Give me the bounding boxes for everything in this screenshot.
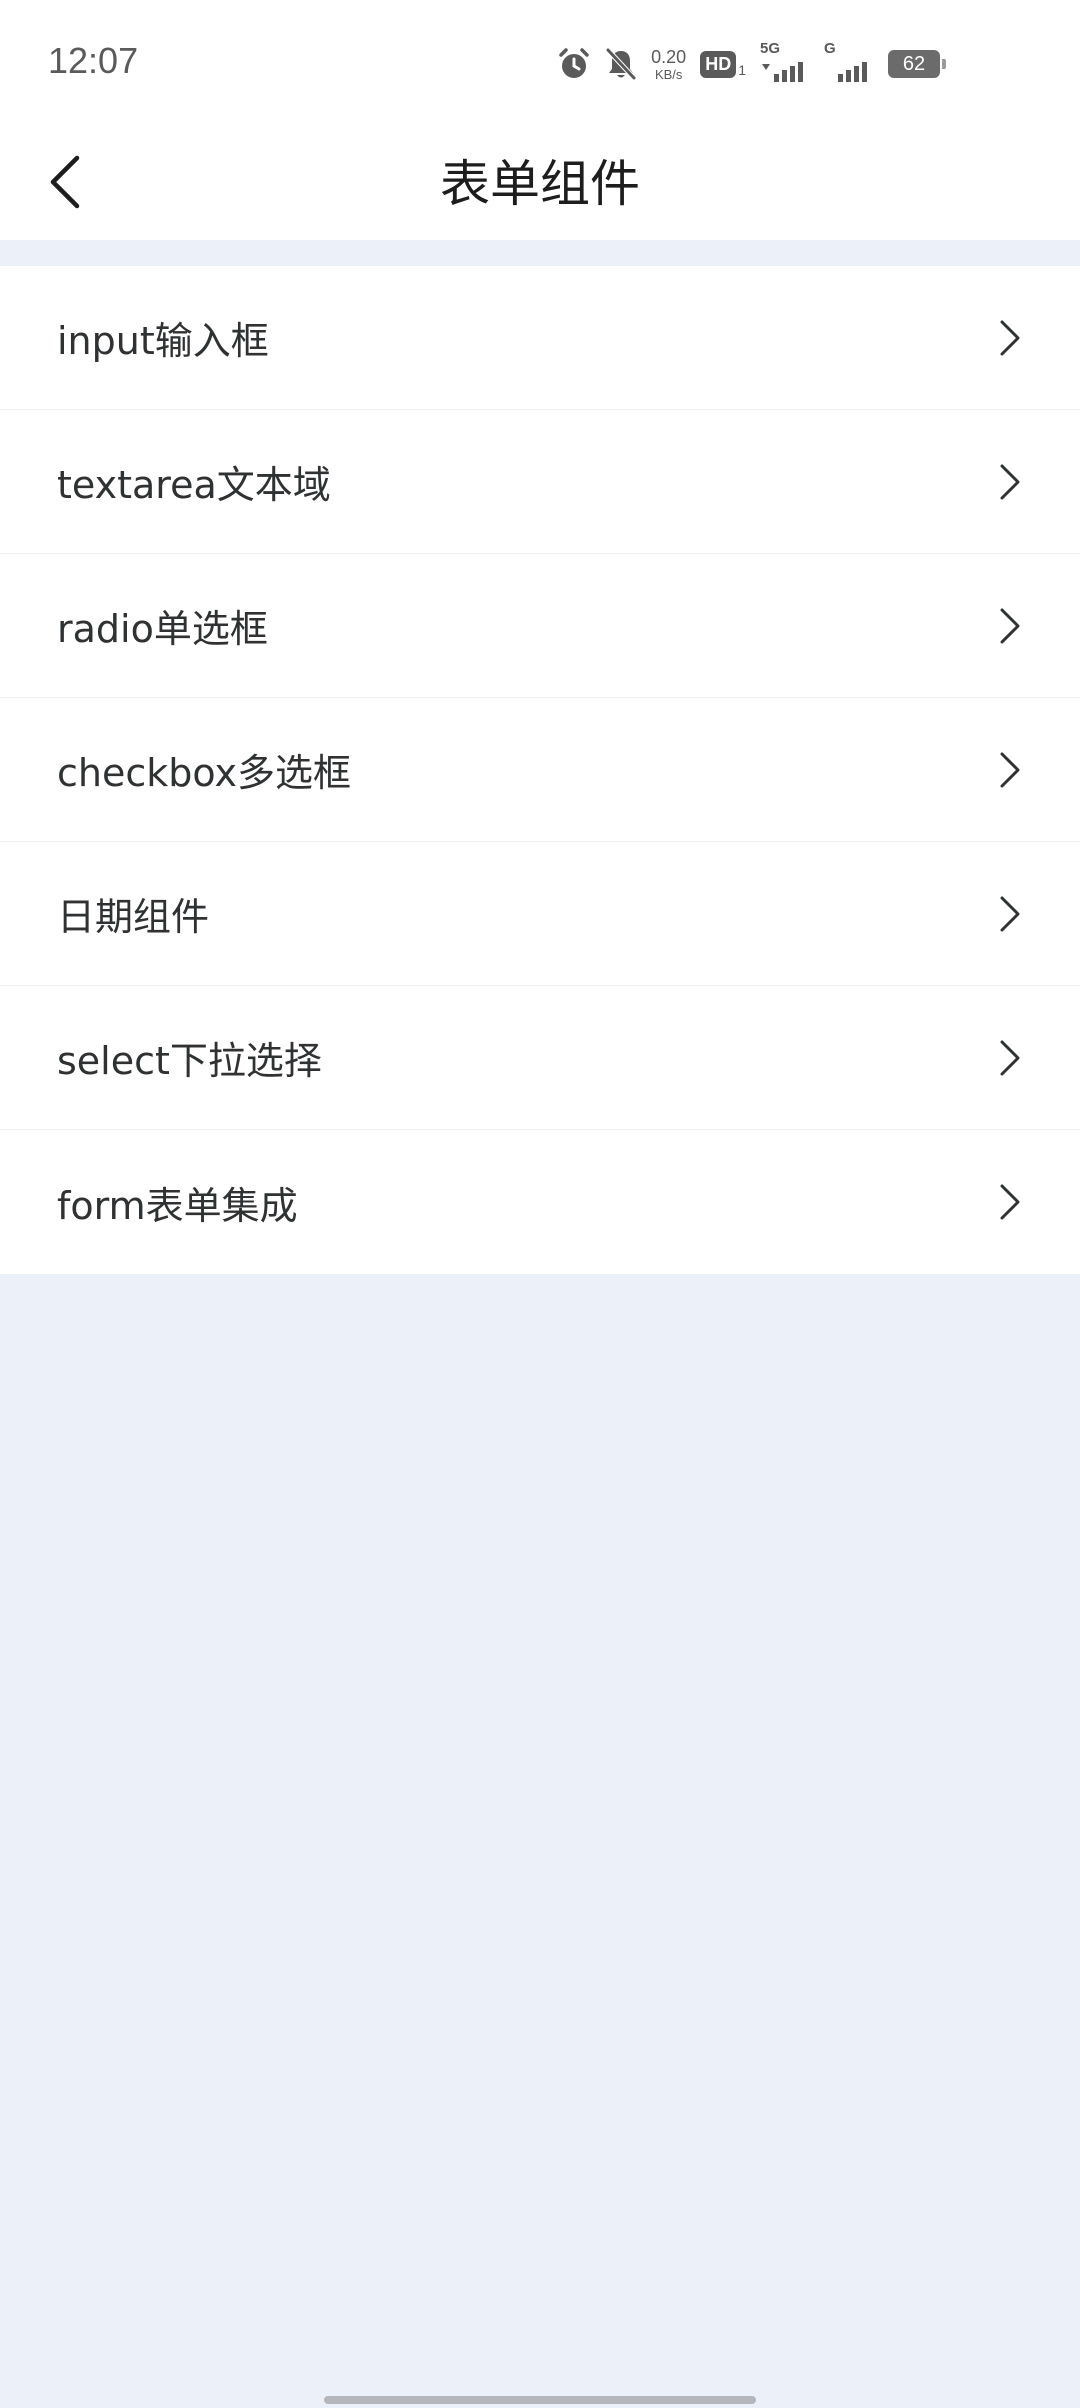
mute-icon	[605, 47, 637, 81]
chevron-right-icon	[998, 1039, 1022, 1077]
page-title: 表单组件	[440, 155, 640, 213]
list-item-select[interactable]: select下拉选择	[0, 986, 1080, 1130]
list-item-radio[interactable]: radio单选框	[0, 554, 1080, 698]
battery-icon: 62	[888, 50, 946, 78]
chevron-right-icon	[998, 895, 1022, 933]
alarm-icon	[557, 47, 591, 81]
status-time: 12:07	[48, 40, 139, 81]
hd-badge: HD 1	[700, 50, 746, 78]
list-item-label: 日期组件	[57, 895, 210, 939]
chevron-right-icon	[998, 463, 1022, 501]
home-indicator[interactable]	[324, 2396, 756, 2404]
sim1-label: 5G	[760, 40, 781, 57]
chevron-right-icon	[998, 607, 1022, 645]
list-item-input[interactable]: input输入框	[0, 266, 1080, 410]
chevron-right-icon	[998, 1183, 1022, 1221]
battery-level: 62	[902, 52, 926, 75]
chevron-right-icon	[998, 751, 1022, 789]
list-item-label: form表单集成	[57, 1183, 298, 1228]
status-icons: 0.20 KB/s HD 1 5G G 62	[557, 40, 946, 88]
signal-icon: 5G	[760, 40, 810, 84]
list-item-checkbox[interactable]: checkbox多选框	[0, 698, 1080, 842]
chevron-right-icon	[998, 319, 1022, 357]
menu-list: input输入框 textarea文本域 radio单选框 checkbox多选…	[0, 266, 1080, 1274]
list-item-label: checkbox多选框	[57, 751, 351, 795]
list-item-label: input输入框	[57, 319, 269, 363]
status-bar: 12:07 0.20 KB/s HD 1 5G G 62	[0, 0, 1080, 128]
list-item-label: textarea文本域	[57, 463, 331, 507]
list-item-label: radio单选框	[57, 607, 268, 651]
net-speed-unit: KB/s	[654, 66, 683, 82]
list-item-form[interactable]: form表单集成	[0, 1130, 1080, 1274]
nav-bar: 表单组件	[0, 128, 1080, 240]
hd-label: HD	[700, 50, 737, 78]
net-speed: 0.20 KB/s	[651, 48, 686, 81]
sim2-label: G	[824, 40, 836, 57]
list-item-date[interactable]: 日期组件	[0, 842, 1080, 986]
list-item-label: select下拉选择	[57, 1039, 322, 1083]
hd-sub: 1	[738, 61, 746, 78]
list-item-textarea[interactable]: textarea文本域	[0, 410, 1080, 554]
signal-icon-2: G	[824, 40, 874, 84]
net-speed-value: 0.20	[651, 46, 687, 67]
